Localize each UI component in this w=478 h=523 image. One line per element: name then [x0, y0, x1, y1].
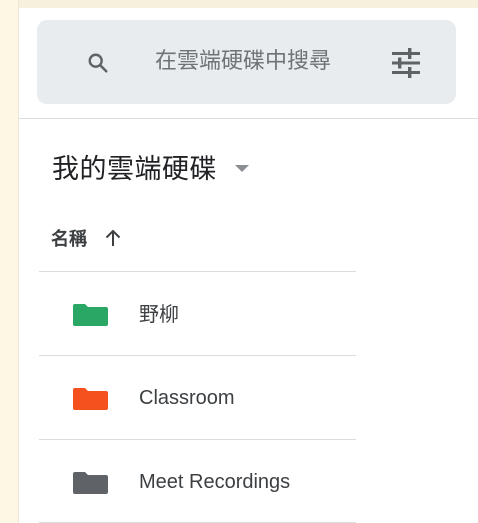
caret-down-icon[interactable] [235, 164, 249, 172]
search-icon[interactable] [87, 52, 109, 74]
folder-icon [73, 472, 108, 494]
file-row-meet-recordings[interactable]: Meet Recordings [39, 440, 356, 523]
page-title: 我的雲端硬碟 [52, 153, 217, 185]
folder-icon [73, 388, 108, 410]
file-name: Meet Recordings [139, 471, 291, 493]
tune-icon[interactable] [389, 48, 423, 78]
top-strip [19, 0, 478, 8]
file-name: Classroom [139, 387, 235, 409]
folder-icon [73, 304, 108, 326]
file-name: 野柳 [139, 302, 179, 326]
sort-label: 名稱 [51, 229, 87, 250]
drive-panel: 在雲端硬碟中搜尋 我的雲端硬碟 名稱 野柳 Classroom Meet Rec… [18, 0, 478, 523]
file-row-yehliu[interactable]: 野柳 [39, 272, 356, 355]
search-bar[interactable]: 在雲端硬碟中搜尋 [37, 20, 456, 104]
my-drive-dropdown[interactable]: 我的雲端硬碟 [52, 148, 249, 185]
sort-by-name-header[interactable]: 名稱 [51, 224, 121, 252]
search-input[interactable]: 在雲端硬碟中搜尋 [155, 46, 380, 78]
header-divider [19, 118, 478, 119]
arrow-up-icon[interactable] [105, 229, 121, 247]
file-row-classroom[interactable]: Classroom [39, 356, 356, 439]
